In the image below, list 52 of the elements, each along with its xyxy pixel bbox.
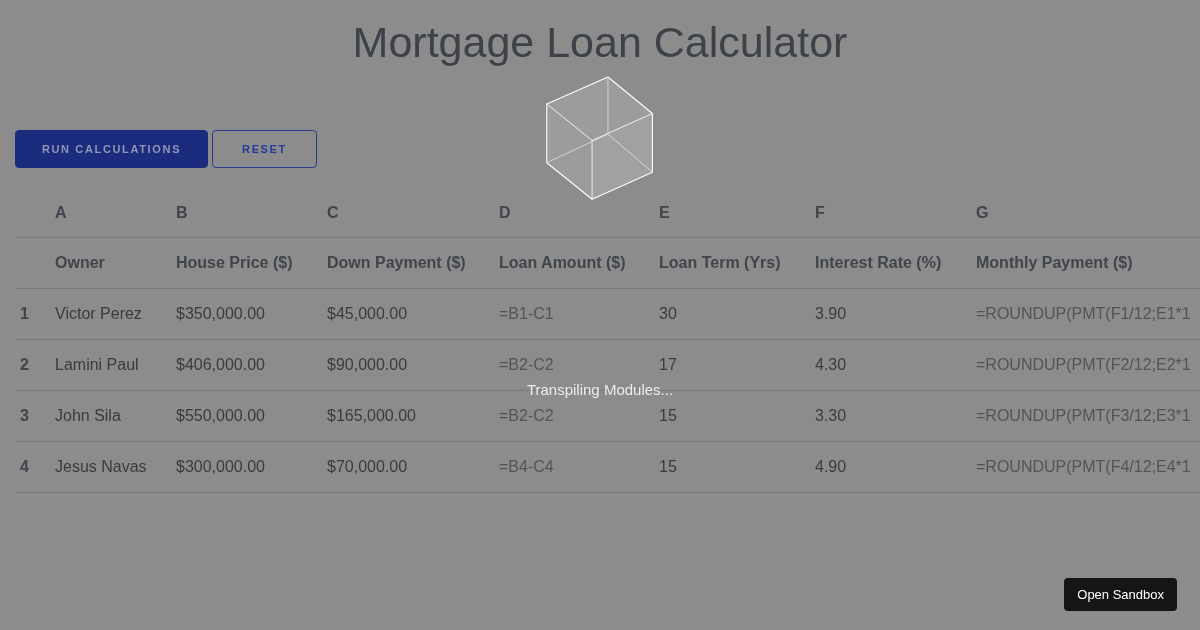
column-letter: A (55, 202, 67, 223)
table-cell-text: Lamini Paul (55, 355, 139, 375)
formula-cell-text: =B1-C1 (499, 304, 554, 324)
column-header: Monthly Payment ($) (976, 253, 1133, 273)
formula-cell-text: =B4-C4 (499, 457, 554, 477)
column-header: Loan Amount ($) (499, 253, 626, 273)
formula-cell-text: =ROUNDUP(PMT(F3/12;E3*1 (976, 406, 1191, 426)
run-button[interactable]: RUN CALCULATIONS (15, 130, 208, 168)
table-cell-text: 4.90 (815, 457, 847, 477)
column-letter: C (327, 202, 339, 223)
table-cell-text: $45,000.00 (327, 304, 408, 324)
table-cell-text: 3.90 (815, 304, 847, 324)
table-cell-text: 4.30 (815, 355, 847, 375)
row-number: 1 (20, 304, 29, 324)
column-letter: D (499, 202, 511, 223)
table-cell-text: 17 (659, 355, 677, 375)
open-sandbox-button[interactable]: Open Sandbox (1064, 578, 1177, 611)
table-cell-text: 3.30 (815, 406, 847, 426)
table-cell-text: 30 (659, 304, 677, 324)
table-cell-text: Jesus Navas (55, 457, 147, 477)
table-cell-text: $90,000.00 (327, 355, 408, 375)
formula-cell-text: =ROUNDUP(PMT(F4/12;E4*1 (976, 457, 1191, 477)
row-number: 2 (20, 355, 29, 375)
row-number: 4 (20, 457, 29, 477)
table-cell-text: $70,000.00 (327, 457, 408, 477)
formula-cell-text: =ROUNDUP(PMT(F1/12;E1*1 (976, 304, 1191, 324)
column-letter: B (176, 202, 188, 223)
column-header: Down Payment ($) (327, 253, 466, 273)
formula-cell-text: =B2-C2 (499, 406, 554, 426)
table-cell-text: Victor Perez (55, 304, 142, 324)
page-title: Mortgage Loan Calculator (352, 17, 848, 68)
loading-message: Transpiling Modules... (526, 381, 674, 398)
formula-cell-text: =ROUNDUP(PMT(F2/12;E2*1 (976, 355, 1191, 375)
table-cell-text: $550,000.00 (176, 406, 265, 426)
cube-icon (546, 76, 654, 201)
table-cell-text: 15 (659, 406, 677, 426)
table-cell-text: $300,000.00 (176, 457, 265, 477)
column-letter: G (976, 202, 989, 223)
table-cell-text: John Sila (55, 406, 121, 426)
column-header: Interest Rate (%) (815, 253, 942, 273)
column-letter: F (815, 202, 825, 223)
column-header: Owner (55, 253, 105, 273)
reset-button[interactable]: RESET (212, 130, 317, 168)
table-cell-text: $406,000.00 (176, 355, 265, 375)
table-cell-text: $165,000.00 (327, 406, 416, 426)
table-cell-text: 15 (659, 457, 677, 477)
column-header: Loan Term (Yrs) (659, 253, 781, 273)
column-header: House Price ($) (176, 253, 293, 273)
row-number: 3 (20, 406, 29, 426)
column-letter: E (659, 202, 670, 223)
formula-cell-text: =B2-C2 (499, 355, 554, 375)
table-cell-text: $350,000.00 (176, 304, 265, 324)
